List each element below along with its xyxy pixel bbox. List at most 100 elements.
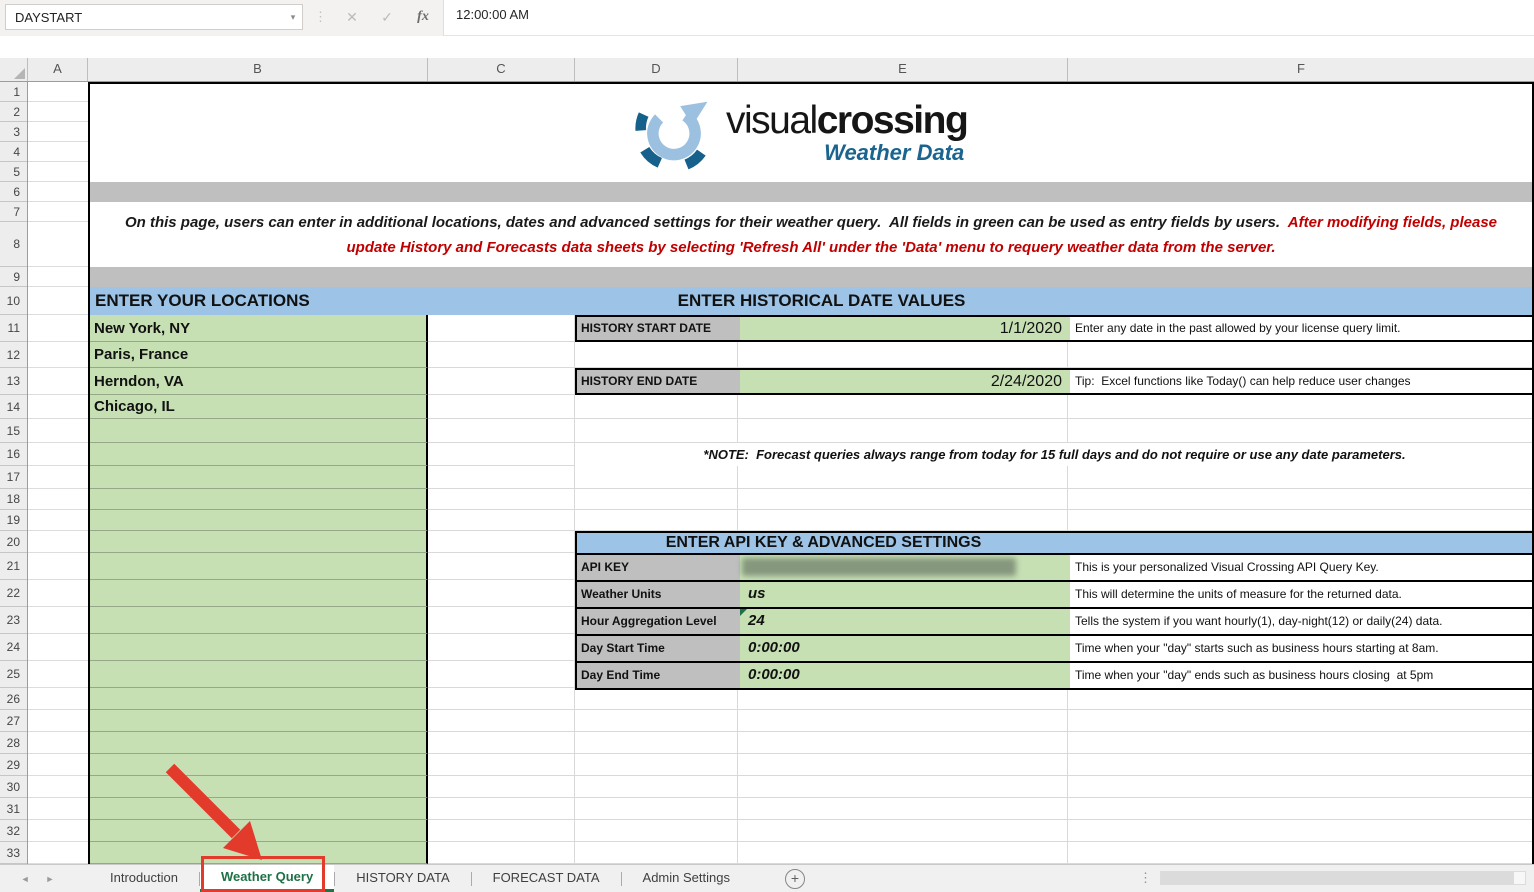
grid-cell[interactable]	[28, 820, 88, 842]
sheet-tab-weather-query[interactable]: Weather Query	[200, 865, 334, 892]
grid-cell[interactable]	[28, 267, 88, 287]
grid-cell[interactable]	[28, 661, 88, 688]
grid-cell[interactable]	[28, 607, 88, 634]
row-header[interactable]: 30	[0, 776, 27, 798]
grid-cell[interactable]	[28, 82, 88, 102]
weather-units-value[interactable]: us	[740, 582, 1070, 607]
grid-cell[interactable]	[28, 102, 88, 122]
grid-cell[interactable]	[1068, 754, 1534, 776]
grid-cell[interactable]	[575, 688, 738, 710]
row-header[interactable]: 12	[0, 342, 27, 368]
row-header[interactable]: 6	[0, 182, 27, 202]
grid-cell[interactable]	[738, 419, 1068, 443]
grid-cell[interactable]	[1068, 102, 1534, 122]
row-header[interactable]: 16	[0, 443, 27, 466]
grid-cell[interactable]	[1068, 710, 1534, 732]
column-header-d[interactable]: D	[575, 58, 738, 81]
grid-cell[interactable]	[88, 634, 428, 661]
horizontal-scrollbar-thumb[interactable]	[1161, 872, 1514, 884]
row-header[interactable]: 7	[0, 202, 27, 222]
historical-dates-section-header[interactable]: ENTER HISTORICAL DATE VALUES	[575, 287, 1068, 315]
row-header[interactable]: 23	[0, 607, 27, 634]
new-sheet-button[interactable]: +	[785, 869, 805, 889]
name-box[interactable]: DAYSTART	[5, 4, 303, 30]
column-header-a[interactable]: A	[28, 58, 88, 81]
grid-cell[interactable]	[575, 395, 738, 419]
grid-cell[interactable]	[88, 419, 428, 443]
grid-cell[interactable]	[88, 798, 428, 820]
grid-cell[interactable]	[28, 510, 88, 531]
grid-cell[interactable]	[428, 798, 575, 820]
grid-cell[interactable]	[88, 531, 428, 553]
insert-function-icon[interactable]: fx	[408, 4, 438, 30]
row-header[interactable]: 9	[0, 267, 27, 287]
grid-cell[interactable]	[575, 754, 738, 776]
grid-cell[interactable]	[575, 419, 738, 443]
grid-cell[interactable]	[428, 710, 575, 732]
grid-cell[interactable]	[575, 710, 738, 732]
day-end-time-value[interactable]: 0:00:00	[740, 663, 1070, 688]
grid-cell[interactable]	[575, 510, 738, 531]
grid-cell[interactable]	[28, 580, 88, 607]
grid-cell[interactable]	[1068, 162, 1534, 182]
row-header[interactable]: 28	[0, 732, 27, 754]
row-header[interactable]: 20	[0, 531, 27, 553]
grid-cell[interactable]	[738, 732, 1068, 754]
grid-cell[interactable]	[28, 776, 88, 798]
sheet-tab-history-data[interactable]: HISTORY DATA	[335, 865, 470, 892]
grid-cell[interactable]	[88, 754, 428, 776]
grid-cell[interactable]	[1068, 688, 1534, 710]
grid-cell[interactable]	[575, 342, 738, 368]
row-header[interactable]: 2	[0, 102, 27, 122]
grid-cell[interactable]	[1068, 82, 1534, 102]
grid-cell[interactable]	[738, 688, 1068, 710]
row-header[interactable]: 29	[0, 754, 27, 776]
column-header-e[interactable]: E	[738, 58, 1068, 81]
grid-cell[interactable]	[575, 776, 738, 798]
grid-cell[interactable]	[428, 142, 575, 162]
sheet-tab-admin-settings[interactable]: Admin Settings	[622, 865, 751, 892]
grid-cell[interactable]	[88, 142, 428, 162]
row-header[interactable]: 15	[0, 419, 27, 443]
grid-cell[interactable]	[575, 842, 738, 864]
grid-cell[interactable]	[28, 122, 88, 142]
grid-cell[interactable]	[428, 607, 575, 634]
grid-cell[interactable]	[28, 553, 88, 580]
grid-cell[interactable]	[575, 798, 738, 820]
row-header[interactable]: 5	[0, 162, 27, 182]
row-header[interactable]: 22	[0, 580, 27, 607]
grid-cell[interactable]	[428, 754, 575, 776]
grid-cell[interactable]	[428, 553, 575, 580]
row-header[interactable]: 1	[0, 82, 27, 102]
grid-cell[interactable]	[428, 315, 575, 342]
grid-cell[interactable]	[28, 489, 88, 510]
cancel-icon[interactable]: ✕	[337, 4, 367, 30]
name-box-dropdown-icon[interactable]: ▾	[283, 4, 303, 30]
api-key-label[interactable]: API KEY	[577, 555, 740, 580]
grid-cell[interactable]	[428, 102, 575, 122]
grid-cell[interactable]	[88, 732, 428, 754]
grid-cell[interactable]	[1068, 142, 1534, 162]
tab-bar-resize-handle[interactable]: ⋮	[1139, 870, 1152, 886]
grid-cell[interactable]	[28, 142, 88, 162]
grid-cell[interactable]	[428, 732, 575, 754]
row-header[interactable]: 19	[0, 510, 27, 531]
row-header[interactable]: 25	[0, 661, 27, 688]
grid-cell[interactable]	[88, 842, 428, 864]
grid-cell[interactable]	[428, 634, 575, 661]
row-header[interactable]: 8	[0, 222, 27, 267]
row-header[interactable]: 24	[0, 634, 27, 661]
row-header[interactable]: 17	[0, 466, 27, 489]
grid-cell[interactable]	[1068, 798, 1534, 820]
grid-cell[interactable]	[88, 510, 428, 531]
grid-cell[interactable]	[738, 710, 1068, 732]
api-key-value[interactable]	[740, 555, 1070, 580]
weather-units-label[interactable]: Weather Units	[577, 582, 740, 607]
location-cell[interactable]: Chicago, IL	[88, 395, 428, 419]
select-all-corner[interactable]	[0, 58, 28, 81]
grid-cell[interactable]	[28, 710, 88, 732]
grid-cell[interactable]	[1068, 820, 1534, 842]
grid-cell[interactable]	[28, 634, 88, 661]
row-header[interactable]: 3	[0, 122, 27, 142]
grid-cell[interactable]	[1068, 489, 1534, 510]
